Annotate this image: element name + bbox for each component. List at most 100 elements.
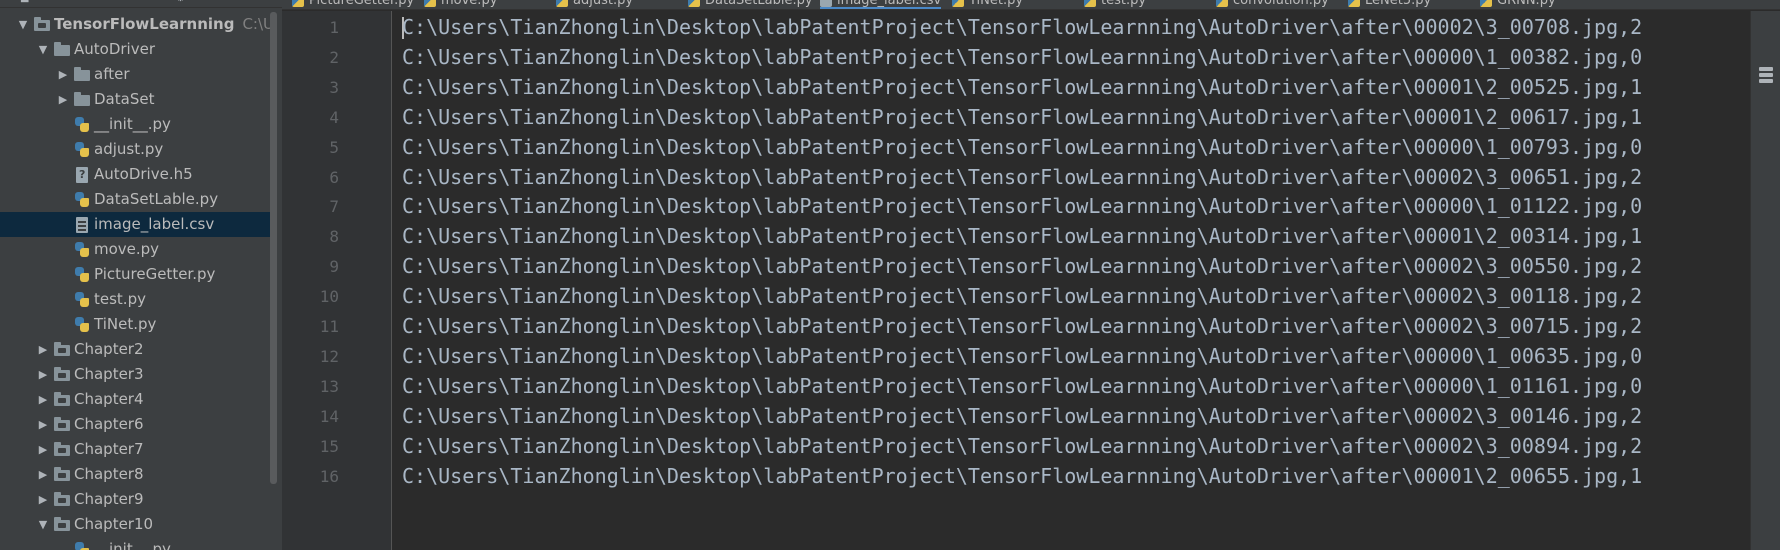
tree-item-label: adjust.py bbox=[94, 140, 164, 158]
tree-item[interactable]: ▶ Chapter8 bbox=[0, 462, 270, 487]
line-number: 11 bbox=[319, 317, 339, 336]
chevron-right-icon[interactable]: ▶ bbox=[36, 387, 50, 412]
code-line[interactable]: C:\Users\TianZhonglin\Desktop\labPatentP… bbox=[402, 460, 1642, 493]
python-file-icon bbox=[1216, 0, 1228, 7]
editor-tab[interactable]: GRNN.py bbox=[1480, 0, 1556, 9]
code-line[interactable]: C:\Users\TianZhonglin\Desktop\labPatentP… bbox=[402, 370, 1642, 403]
tree-item[interactable]: ▶ Chapter9 bbox=[0, 487, 270, 512]
tree-item-label: Chapter8 bbox=[74, 465, 144, 483]
tree-item[interactable]: ▶ DataSet bbox=[0, 87, 270, 112]
tree-item[interactable]: image_label.csv bbox=[0, 212, 270, 237]
tree-item[interactable]: ▶ Chapter3 bbox=[0, 362, 270, 387]
code-line[interactable]: C:\Users\TianZhonglin\Desktop\labPatentP… bbox=[402, 11, 1642, 44]
line-number: 10 bbox=[319, 287, 339, 307]
code-line[interactable]: C:\Users\TianZhonglin\Desktop\labPatentP… bbox=[402, 310, 1642, 343]
tree-item[interactable]: ▶ Chapter7 bbox=[0, 437, 270, 462]
editor-tab[interactable]: convolution.py bbox=[1216, 0, 1329, 9]
editor-tab-label: image_label.csv bbox=[837, 0, 942, 8]
editor-tab-label: move.py bbox=[441, 0, 498, 8]
line-number: 3 bbox=[329, 77, 339, 97]
tree-item[interactable]: __init__.py bbox=[0, 537, 270, 550]
editor-tab[interactable]: TiNet.py bbox=[952, 0, 1023, 9]
chevron-right-icon[interactable]: ▶ bbox=[56, 87, 70, 112]
chevron-right-icon[interactable]: ▶ bbox=[36, 337, 50, 362]
code-line[interactable]: C:\Users\TianZhonglin\Desktop\labPatentP… bbox=[402, 161, 1642, 194]
editor-tab-label: DataSetLable.py bbox=[705, 0, 813, 8]
editor-tab-label: test.py bbox=[1101, 0, 1147, 8]
chevron-right-icon[interactable]: ▶ bbox=[36, 487, 50, 512]
python-file-icon bbox=[292, 0, 304, 7]
tree-item[interactable]: test.py bbox=[0, 287, 270, 312]
tree-item[interactable]: adjust.py bbox=[0, 137, 270, 162]
code-line[interactable]: C:\Users\TianZhonglin\Desktop\labPatentP… bbox=[402, 280, 1642, 313]
editor-tab[interactable]: LeNet5.py bbox=[1348, 0, 1431, 9]
tree-item[interactable]: ▼ AutoDriver bbox=[0, 37, 270, 62]
tree-item[interactable]: ▼ Chapter10 bbox=[0, 512, 270, 537]
tree-item-label: Chapter2 bbox=[74, 340, 144, 358]
tree-item[interactable]: __init__.py bbox=[0, 112, 270, 137]
editor-tab-label: convolution.py bbox=[1233, 0, 1329, 8]
code-line[interactable]: C:\Users\TianZhonglin\Desktop\labPatentP… bbox=[402, 190, 1642, 223]
chevron-right-icon[interactable]: ▶ bbox=[56, 62, 70, 87]
editor-tab-label: PictureGetter.py bbox=[309, 0, 415, 8]
editor-tab[interactable]: test.py bbox=[1084, 0, 1147, 9]
tree-item-label: AutoDriver bbox=[74, 40, 155, 58]
editor-tab[interactable]: image_label.csv bbox=[820, 0, 942, 9]
code-line[interactable]: C:\Users\TianZhonglin\Desktop\labPatentP… bbox=[402, 220, 1642, 253]
tree-item[interactable]: move.py bbox=[0, 237, 270, 262]
tree-item[interactable]: AutoDrive.h5 bbox=[0, 162, 270, 187]
project-toolbar: ■ ≡ ⚙ — bbox=[0, 0, 282, 8]
chevron-down-icon[interactable]: ▼ bbox=[36, 512, 50, 537]
chevron-right-icon[interactable]: ▶ bbox=[36, 412, 50, 437]
editor-tab[interactable]: adjust.py bbox=[556, 0, 633, 9]
hide-panel-icon[interactable]: — bbox=[202, 0, 214, 4]
code-line[interactable]: C:\Users\TianZhonglin\Desktop\labPatentP… bbox=[402, 101, 1642, 134]
code-line[interactable]: C:\Users\TianZhonglin\Desktop\labPatentP… bbox=[402, 131, 1642, 164]
code-line[interactable]: C:\Users\TianZhonglin\Desktop\labPatentP… bbox=[402, 430, 1642, 463]
folder-icon bbox=[54, 517, 70, 531]
line-number: 8 bbox=[329, 227, 339, 247]
code-line[interactable]: C:\Users\TianZhonglin\Desktop\labPatentP… bbox=[402, 71, 1642, 104]
code-line[interactable]: C:\Users\TianZhonglin\Desktop\labPatentP… bbox=[402, 250, 1642, 283]
tree-item[interactable]: ▶ after bbox=[0, 62, 270, 87]
chevron-right-icon[interactable]: ▶ bbox=[36, 462, 50, 487]
chevron-down-icon[interactable]: ▼ bbox=[16, 12, 30, 37]
editor-tab[interactable]: PictureGetter.py bbox=[292, 0, 415, 9]
tree-item[interactable]: ▶ Chapter6 bbox=[0, 412, 270, 437]
line-number: 14 bbox=[319, 406, 339, 426]
code-line[interactable]: C:\Users\TianZhonglin\Desktop\labPatentP… bbox=[402, 340, 1642, 373]
editor-tab[interactable]: DataSetLable.py bbox=[688, 0, 813, 9]
line-number: 4 bbox=[329, 107, 339, 127]
tree-item-label: image_label.csv bbox=[94, 215, 215, 233]
tree-item[interactable]: DataSetLable.py bbox=[0, 187, 270, 212]
code-line[interactable]: C:\Users\TianZhonglin\Desktop\labPatentP… bbox=[402, 41, 1642, 74]
chevron-right-icon[interactable]: ▶ bbox=[36, 362, 50, 387]
folder-icon bbox=[54, 42, 70, 56]
tree-root[interactable]: ▼ TensorFlowLearnningC:\Users bbox=[0, 12, 270, 37]
tree-item[interactable]: TiNet.py bbox=[0, 312, 270, 337]
chevron-down-icon[interactable]: ▼ bbox=[36, 37, 50, 62]
folder-icon bbox=[74, 67, 90, 81]
tree-item-label: TiNet.py bbox=[94, 315, 157, 333]
tree-item[interactable]: ▶ Chapter4 bbox=[0, 387, 270, 412]
tree-item-label: PictureGetter.py bbox=[94, 265, 216, 283]
text-file-icon bbox=[820, 0, 832, 7]
database-icon[interactable] bbox=[1759, 67, 1773, 85]
collapse-all-icon[interactable]: ≡ bbox=[150, 0, 162, 4]
tree-item[interactable]: ▶ Chapter2 bbox=[0, 337, 270, 362]
folder-icon bbox=[54, 492, 70, 506]
chevron-right-icon[interactable]: ▶ bbox=[36, 437, 50, 462]
editor-tab[interactable]: move.py bbox=[424, 0, 498, 9]
line-number: 15 bbox=[319, 436, 339, 456]
project-tree: ▼ TensorFlowLearnningC:\Users ▼ AutoDrive… bbox=[0, 12, 270, 550]
tree-scrollbar[interactable] bbox=[270, 12, 277, 484]
line-number: 1 bbox=[329, 18, 339, 37]
tree-item[interactable]: PictureGetter.py bbox=[0, 262, 270, 287]
project-view-selector-icon[interactable]: ■ bbox=[20, 0, 32, 4]
python-file-icon bbox=[1084, 0, 1096, 7]
python-file-icon bbox=[74, 292, 90, 307]
folder-icon bbox=[54, 442, 70, 456]
code-line[interactable]: C:\Users\TianZhonglin\Desktop\labPatentP… bbox=[402, 400, 1642, 433]
settings-gear-icon[interactable]: ⚙ bbox=[176, 0, 188, 4]
code-editor[interactable]: C:\Users\TianZhonglin\Desktop\labPatentP… bbox=[393, 11, 1750, 550]
